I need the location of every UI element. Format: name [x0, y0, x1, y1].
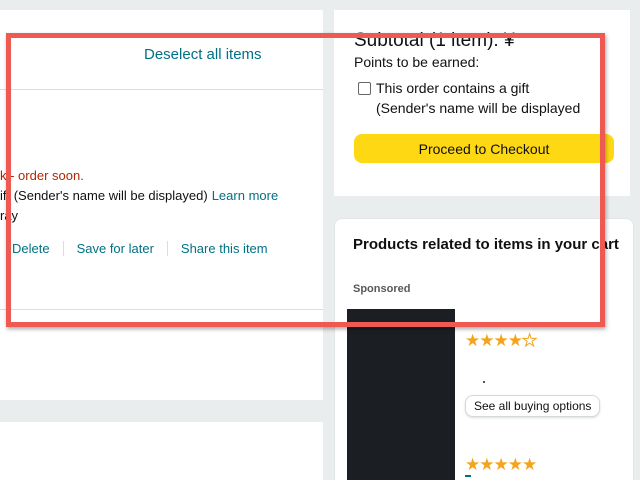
subtotal-title: Subtotal (1 item): ¥ — [354, 30, 515, 51]
related-products-box: Products related to items in your cart S… — [334, 218, 634, 480]
delete-link[interactable]: Delete — [12, 241, 50, 256]
price-fragment — [483, 381, 485, 383]
stock-status: k - order soon. — [0, 168, 84, 183]
checkout-button-label: Proceed to Checkout — [418, 140, 550, 157]
gift-option: ift (Sender's name will be displayed) Lea… — [0, 188, 278, 203]
star-rating-half: ★ — [521, 331, 537, 351]
subtotal-box: Subtotal (1 item): ¥ Points to be earned… — [334, 10, 630, 196]
product-rating-stars[interactable]: ★★★★★ — [465, 455, 537, 475]
item-actions: Delete Save for later Share this item — [0, 241, 268, 256]
share-item-link[interactable]: Share this item — [181, 241, 268, 256]
cart-panel-secondary — [0, 422, 323, 480]
save-for-later-link[interactable]: Save for later — [77, 241, 154, 256]
points-label: Points to be earned: — [354, 54, 480, 70]
related-products-title: Products related to items in your cart — [353, 236, 619, 253]
deselect-all-link[interactable]: Deselect all items — [144, 46, 262, 63]
see-all-buying-options-button[interactable]: See all buying options — [465, 395, 601, 417]
product-rating-stars[interactable]: ★★★★★ — [465, 331, 538, 351]
sponsored-label: Sponsored — [353, 283, 411, 295]
divider — [0, 89, 323, 90]
gift-checkbox[interactable] — [358, 82, 371, 95]
action-separator — [166, 241, 168, 256]
gift-checkbox-label[interactable]: This order contains a gift — [376, 80, 529, 96]
link-fragment — [465, 475, 471, 477]
learn-more-link[interactable]: Learn more — [212, 188, 278, 203]
cart-panel: Deselect all items k - order soon. ift (… — [0, 10, 323, 400]
star-rating-full: ★★★★ — [465, 331, 523, 350]
action-separator — [62, 241, 64, 256]
gift-checkbox-sublabel: (Sender's name will be displayed — [376, 100, 581, 116]
product-image[interactable] — [347, 309, 455, 480]
item-color: ray — [0, 208, 19, 223]
page: Deselect all items k - order soon. ift (… — [0, 0, 640, 480]
divider — [0, 309, 323, 310]
gift-option-text: ift (Sender's name will be displayed) — [0, 188, 208, 203]
proceed-to-checkout-button[interactable]: Proceed to Checkout — [354, 134, 614, 163]
